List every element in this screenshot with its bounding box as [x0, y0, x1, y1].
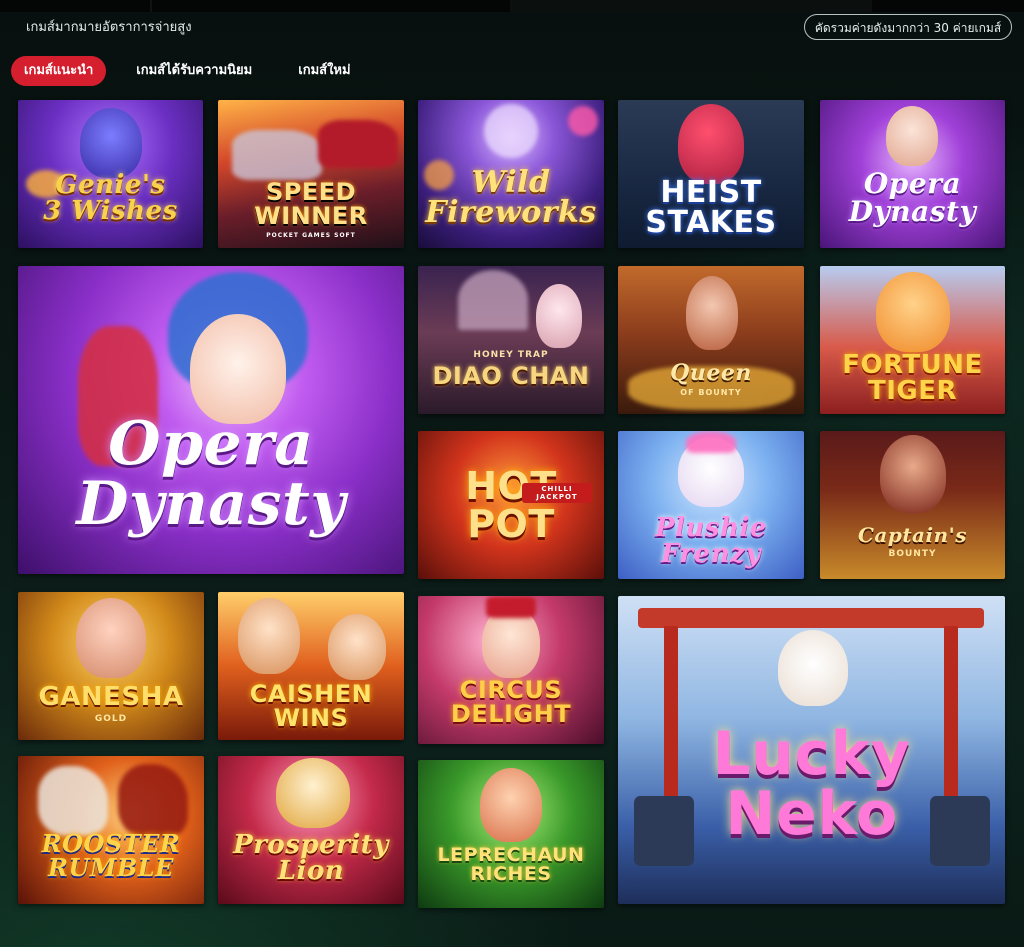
game-tile-wild-fireworks[interactable]: Wild Fireworks: [418, 100, 604, 248]
game-tile-captains-bounty[interactable]: Captain's BOUNTY: [820, 431, 1005, 579]
game-tile-hot-pot[interactable]: HOT POT CHILLI JACKPOT: [418, 431, 604, 579]
opera-singer-figure: [886, 106, 938, 166]
top-hat-icon: [486, 596, 536, 618]
game-tile-circus-delight[interactable]: CIRCUS DELIGHT: [418, 596, 604, 744]
torii-gate-beam: [638, 608, 984, 628]
caishen-figure: [238, 598, 300, 674]
leprechaun-figure: [480, 768, 542, 842]
game-tile-plushie-frenzy[interactable]: Plushie Frenzy: [618, 431, 804, 579]
game-tile-caishen-wins[interactable]: CAISHEN WINS: [218, 592, 404, 740]
pirate-queen-figure: [686, 276, 738, 350]
race-car-icon: [232, 130, 322, 180]
game-logo: Captain's: [857, 523, 968, 547]
opera-singer-figure: [190, 314, 286, 424]
diao-chan-figure: [536, 284, 582, 348]
lion-dance-head-figure: [276, 758, 350, 828]
genie-figure: [80, 108, 142, 178]
game-tile-speed-winner[interactable]: SPEED WINNER POCKET GAMES SOFT: [218, 100, 404, 248]
game-logo: SPEED WINNER: [254, 178, 368, 230]
game-tile-fortune-tiger[interactable]: FORTUNE TIGER: [820, 266, 1005, 414]
game-logo: Genie's 3 Wishes: [43, 170, 178, 226]
game-tile-prosperity-lion[interactable]: Prosperity Lion: [218, 756, 404, 904]
fan-icon: [458, 270, 528, 330]
game-logo: CIRCUS DELIGHT: [450, 676, 572, 728]
game-tile-rooster-rumble[interactable]: ROOSTER RUMBLE: [18, 756, 204, 904]
game-logo: LEPRECHAUN RICHES: [437, 844, 585, 885]
top-bar-panel: [510, 0, 872, 12]
game-logo: DIAO CHAN: [432, 362, 590, 390]
game-subtitle: GOLD: [94, 714, 128, 724]
game-subtitle: POCKET GAMES SOFT: [266, 232, 356, 239]
pirate-captain-figure: [880, 435, 946, 513]
game-tile-genies-3-wishes[interactable]: Genie's 3 Wishes: [18, 100, 203, 248]
game-tile-leprechaun-riches[interactable]: LEPRECHAUN RICHES: [418, 760, 604, 908]
game-logo: Plushie Frenzy: [655, 513, 767, 569]
game-tile-lucky-neko-featured[interactable]: Lucky Neko: [618, 596, 1005, 904]
top-bar: [0, 0, 1024, 12]
rainbow-mane-graphic: [686, 431, 736, 453]
tab-popular[interactable]: เกมส์ได้รับความนิยม: [120, 56, 268, 86]
race-car-icon: [318, 120, 398, 168]
game-subtitle: OF BOUNTY: [680, 388, 742, 397]
moon-icon: [484, 104, 538, 158]
game-subtitle: CHILLI JACKPOT: [522, 483, 592, 503]
game-tile-heist-stakes[interactable]: HEIST STAKES: [618, 100, 804, 248]
tab-recommended[interactable]: เกมส์แนะนำ: [11, 56, 107, 86]
game-logo: HOT POT: [465, 464, 557, 546]
game-category-tabs: เกมส์แนะนำ เกมส์ได้รับความนิยม เกมส์ใหม่: [11, 56, 367, 86]
game-logo: GANESHA: [38, 682, 184, 712]
game-logo: Wild Fireworks: [425, 165, 597, 230]
game-logo: Queen: [670, 360, 752, 386]
thief-figure: [678, 104, 744, 184]
game-tile-queen-of-bounty[interactable]: Queen OF BOUNTY: [618, 266, 804, 414]
game-logo: Lucky Neko: [712, 719, 911, 849]
tiger-figure: [876, 272, 950, 352]
game-logo: Opera Dynasty: [848, 167, 977, 228]
game-subtitle: HONEY TRAP: [473, 350, 549, 360]
game-logo: FORTUNE TIGER: [842, 350, 983, 406]
ganesha-figure: [76, 598, 146, 678]
game-logo: ROOSTER RUMBLE: [41, 829, 181, 882]
top-bar-divider: [150, 0, 152, 12]
firework-icon: [568, 106, 598, 136]
game-tile-ganesha-gold[interactable]: GANESHA GOLD: [18, 592, 204, 740]
game-logo: HEIST STAKES: [645, 175, 777, 240]
game-logo: CAISHEN WINS: [249, 680, 373, 732]
game-logo: Opera Dynasty: [76, 409, 346, 539]
game-tile-honey-trap-diao-chan[interactable]: HONEY TRAP DIAO CHAN: [418, 266, 604, 414]
providers-button[interactable]: คัดรวมค่ายดังมากกว่า 30 ค่ายเกมส์: [804, 14, 1012, 40]
game-subtitle: BOUNTY: [888, 549, 937, 559]
section-tagline: เกมส์มากมายอัตราการจ่ายสูง: [26, 20, 192, 35]
lucky-cat-figure: [778, 630, 848, 706]
game-logo: Prosperity Lion: [233, 830, 389, 886]
tab-new[interactable]: เกมส์ใหม่: [282, 56, 366, 86]
game-tile-opera-dynasty-small[interactable]: Opera Dynasty: [820, 100, 1005, 248]
red-rooster-figure: [118, 764, 188, 838]
caishen-figure: [328, 614, 386, 680]
game-tile-opera-dynasty-featured[interactable]: Opera Dynasty: [18, 266, 404, 574]
white-rooster-figure: [38, 766, 108, 836]
